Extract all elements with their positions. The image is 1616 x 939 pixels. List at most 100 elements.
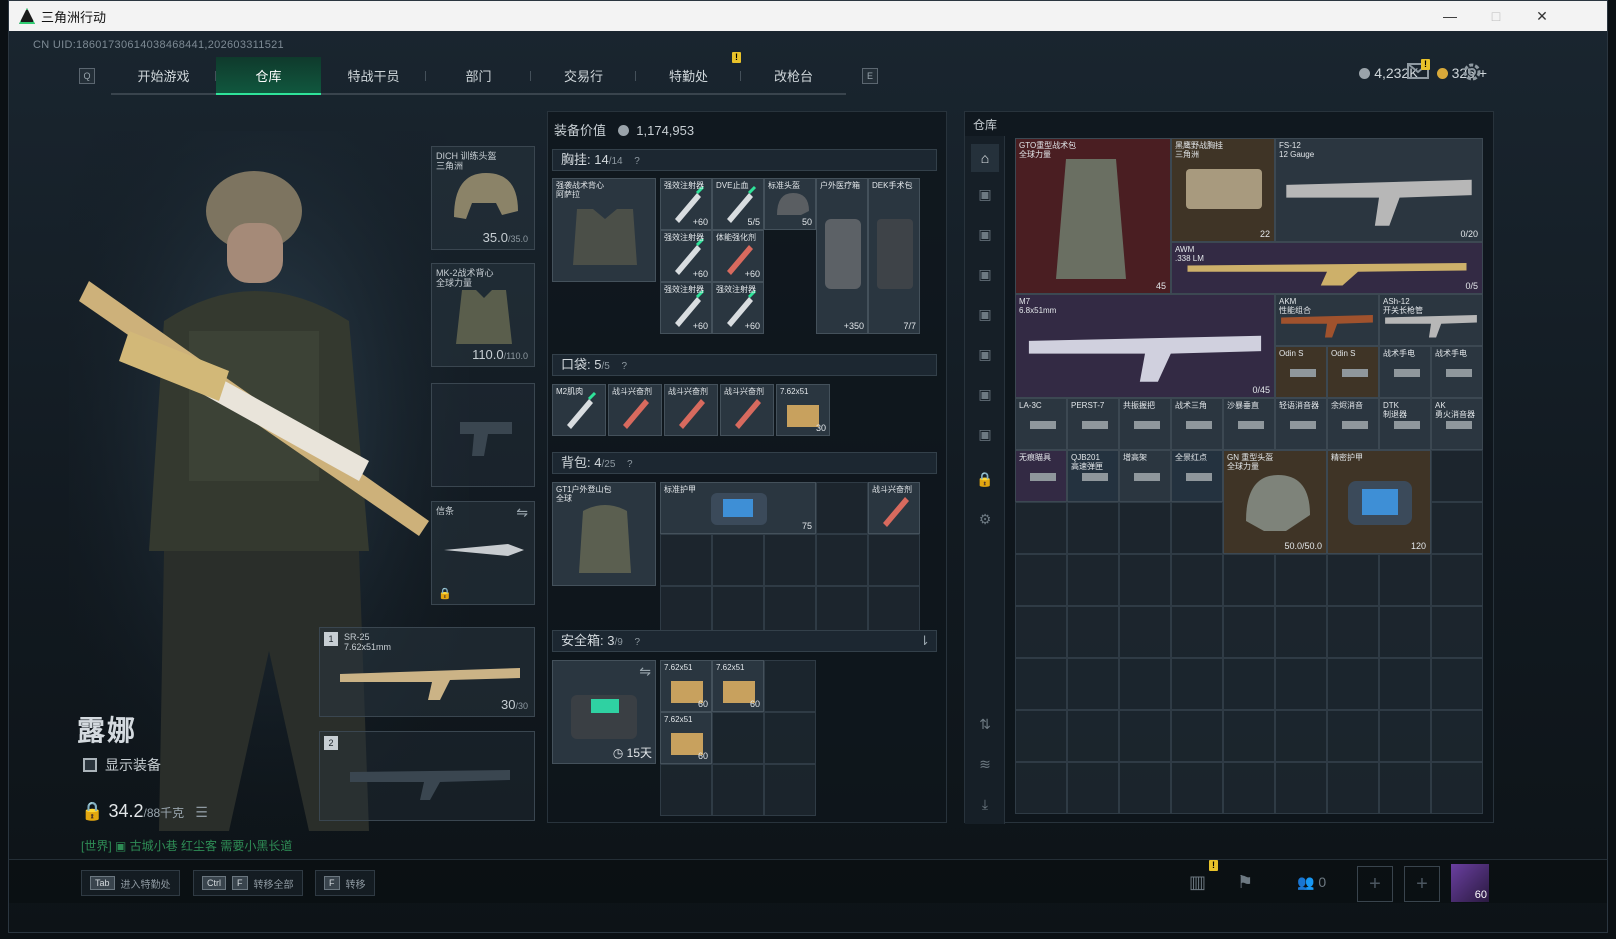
warehouse-item[interactable]: 战术手电 [1379, 346, 1431, 398]
empty-slot[interactable] [1379, 554, 1431, 606]
chest-item[interactable]: 强效注射器 +60 [660, 230, 712, 282]
empty-slot[interactable] [1431, 606, 1483, 658]
warehouse-item[interactable]: AK 勇火消音器 [1431, 398, 1483, 450]
warehouse-item[interactable]: Odin S [1327, 346, 1379, 398]
chest-item[interactable]: 体能强化剂 +60 [712, 230, 764, 282]
warehouse-home-icon[interactable]: ⌂ [971, 144, 999, 172]
empty-slot[interactable] [816, 482, 868, 534]
empty-slot[interactable] [1379, 710, 1431, 762]
empty-slot[interactable] [1171, 606, 1223, 658]
warehouse-item[interactable]: Odin S [1275, 346, 1327, 398]
armor-slot[interactable]: MK-2战术背心 全球力量 110.0/110.0 [431, 263, 535, 367]
warehouse-item[interactable]: 共振握把 [1119, 398, 1171, 450]
empty-slot[interactable] [816, 534, 868, 586]
warehouse-item[interactable]: 轻语消音器 [1275, 398, 1327, 450]
empty-slot[interactable] [1327, 554, 1379, 606]
backpack-slot-item[interactable]: 战斗兴奋剂 [868, 482, 920, 534]
empty-slot[interactable] [1431, 710, 1483, 762]
empty-slot[interactable] [1379, 606, 1431, 658]
empty-slot[interactable] [712, 712, 764, 764]
sort-icon[interactable]: ⇅ [975, 716, 995, 736]
empty-slot[interactable] [1067, 658, 1119, 710]
transfer-hint[interactable]: F 转移 [315, 870, 375, 896]
melee-slot[interactable]: 信条 ⇋ 🔒 [431, 501, 535, 605]
minimize-button[interactable]: — [1427, 1, 1473, 31]
empty-slot[interactable] [1223, 606, 1275, 658]
chest-rig-item[interactable]: 强袭战术背心 阿萨拉 [552, 178, 656, 282]
empty-slot[interactable] [764, 534, 816, 586]
extract-icon[interactable]: ⤓ [975, 796, 995, 816]
empty-slot[interactable] [1119, 554, 1171, 606]
stash-page-3-icon[interactable]: ▣ [975, 266, 995, 286]
empty-slot[interactable] [712, 764, 764, 816]
stash-page-7-icon[interactable]: ▣ [975, 426, 995, 446]
empty-slot[interactable] [1067, 502, 1119, 554]
player-avatar[interactable]: 60 [1451, 864, 1489, 902]
warehouse-item[interactable]: 余烬消音 [1327, 398, 1379, 450]
stash-page-5-icon[interactable]: ▣ [975, 346, 995, 366]
warehouse-item[interactable]: ASh-12 开关长枪管 [1379, 294, 1483, 346]
empty-slot[interactable] [1327, 658, 1379, 710]
weight-details-icon[interactable]: ☰ [195, 804, 208, 820]
empty-slot[interactable] [1015, 762, 1067, 814]
empty-slot[interactable] [1275, 762, 1327, 814]
empty-slot[interactable] [1119, 658, 1171, 710]
empty-slot[interactable] [660, 534, 712, 586]
warehouse-item[interactable]: 沙暴垂直 [1223, 398, 1275, 450]
empty-slot[interactable] [1275, 658, 1327, 710]
warehouse-item[interactable]: 精密护甲 120 [1327, 450, 1431, 554]
transfer-all-hint[interactable]: Ctrl F 转移全部 [193, 870, 303, 896]
empty-slot[interactable] [1067, 710, 1119, 762]
chest-item[interactable]: DEK手术包 7/7 [868, 178, 920, 334]
empty-slot[interactable] [1119, 606, 1171, 658]
empty-slot[interactable] [1431, 658, 1483, 710]
empty-slot[interactable] [1379, 658, 1431, 710]
empty-slot[interactable] [1067, 762, 1119, 814]
empty-slot[interactable] [1223, 710, 1275, 762]
tab-gunsmith[interactable]: 改枪台 [741, 57, 846, 95]
pocket-item[interactable]: M2肌肉 [552, 384, 606, 436]
help-icon[interactable]: ? [621, 357, 627, 377]
empty-slot[interactable] [1327, 606, 1379, 658]
empty-slot[interactable] [1119, 710, 1171, 762]
empty-slot[interactable] [1171, 658, 1223, 710]
empty-slot[interactable] [1015, 606, 1067, 658]
primary-weapon-slot-1[interactable]: 1 SR-25 7.62x51mm 30/30 [319, 627, 535, 717]
flag-icon[interactable]: ⚑ [1237, 872, 1253, 893]
swap-icon[interactable]: ⇋ [516, 504, 528, 521]
layers-icon[interactable]: ≋ [975, 756, 995, 776]
empty-slot[interactable] [1015, 502, 1067, 554]
chest-item[interactable]: 强效注射器 +60 [660, 282, 712, 334]
pocket-item[interactable]: 战斗兴奋剂 [664, 384, 718, 436]
backpack-slot-item[interactable]: 标准护甲 75 [660, 482, 816, 534]
pocket-item[interactable]: 7.62x51 30 [776, 384, 830, 436]
empty-slot[interactable] [764, 764, 816, 816]
warehouse-item[interactable]: PERST-7 [1067, 398, 1119, 450]
maximize-button[interactable]: □ [1473, 1, 1519, 31]
pin-icon[interactable]: ⇂ [919, 631, 930, 651]
warehouse-item[interactable]: FS-12 12 Gauge 0/20 [1275, 138, 1483, 242]
safe-box-ammo[interactable]: 7.62x51 60 [660, 712, 712, 764]
warehouse-item[interactable]: 增高架 [1119, 450, 1171, 502]
stats-chart-icon[interactable]: ▥ [1189, 872, 1206, 893]
stash-page-1-icon[interactable]: ▣ [975, 186, 995, 206]
chest-item[interactable]: 户外医疗箱 +350 [816, 178, 868, 334]
pistol-slot[interactable] [431, 383, 535, 487]
safe-box-ammo[interactable]: 7.62x51 60 [712, 660, 764, 712]
tab-department[interactable]: 部门 [426, 57, 531, 95]
warehouse-item[interactable]: DTK 制退器 [1379, 398, 1431, 450]
pocket-item[interactable]: 战斗兴奋剂 [608, 384, 662, 436]
friends-button[interactable]: 👥 0 [1297, 874, 1326, 891]
empty-slot[interactable] [868, 534, 920, 586]
empty-slot[interactable] [764, 660, 816, 712]
empty-slot[interactable] [1119, 762, 1171, 814]
warehouse-item[interactable]: QJB201 高速弹匣 [1067, 450, 1119, 502]
empty-slot[interactable] [1379, 762, 1431, 814]
swap-icon[interactable]: ⇋ [639, 663, 651, 680]
empty-slot[interactable] [1171, 502, 1223, 554]
helmet-slot[interactable]: DICH 训练头盔 三角洲 35.0/35.0 [431, 146, 535, 250]
empty-slot[interactable] [712, 534, 764, 586]
lock-icon[interactable]: 🔒 [975, 471, 995, 491]
stash-page-6-icon[interactable]: ▣ [975, 386, 995, 406]
team-slot-2[interactable]: + [1404, 866, 1440, 902]
